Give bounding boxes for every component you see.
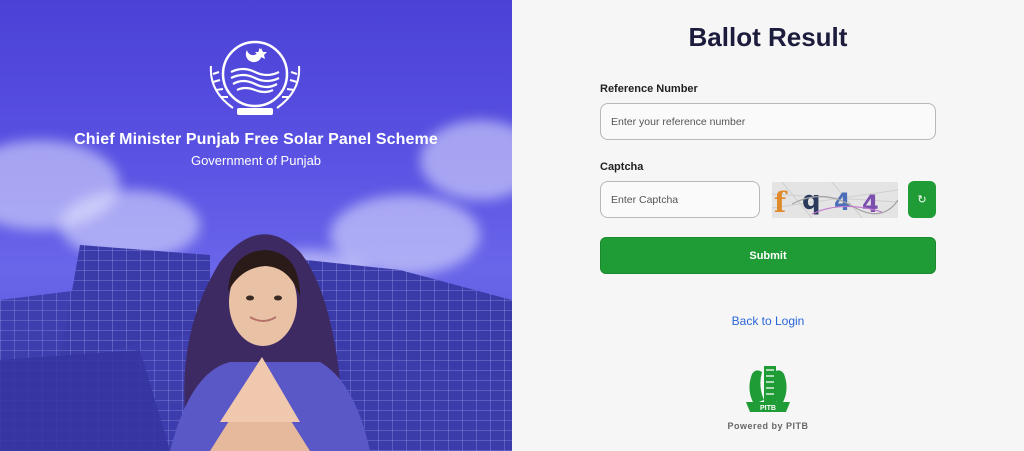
hero-panel: Chief Minister Punjab Free Solar Panel S…: [0, 0, 512, 451]
punjab-emblem-icon: [209, 40, 301, 115]
svg-text:4: 4: [834, 188, 851, 216]
pitb-logo-icon: PITB: [746, 366, 790, 412]
chief-minister-photo: [170, 234, 370, 451]
svg-text:PITB: PITB: [760, 405, 776, 412]
back-to-login-link[interactable]: Back to Login: [512, 314, 1024, 328]
powered-by-text: Powered by PITB: [727, 421, 809, 431]
hero-subtitle: Government of Punjab: [190, 153, 322, 168]
captcha-label: Captcha: [600, 161, 644, 173]
svg-text:f: f: [774, 186, 788, 218]
captcha-image: f q 4 4: [772, 182, 898, 218]
refresh-captcha-button[interactable]: ↻: [908, 181, 936, 218]
form-panel: Ballot Result Reference Number Captcha f…: [512, 0, 1024, 451]
refresh-icon: ↻: [917, 194, 927, 206]
captcha-input[interactable]: [600, 181, 760, 218]
submit-button[interactable]: Submit: [600, 237, 936, 274]
reference-number-label: Reference Number: [600, 83, 698, 95]
page-title: Ballot Result: [688, 22, 848, 52]
reference-number-input[interactable]: [600, 103, 936, 140]
hero-title: Chief Minister Punjab Free Solar Panel S…: [74, 131, 438, 148]
